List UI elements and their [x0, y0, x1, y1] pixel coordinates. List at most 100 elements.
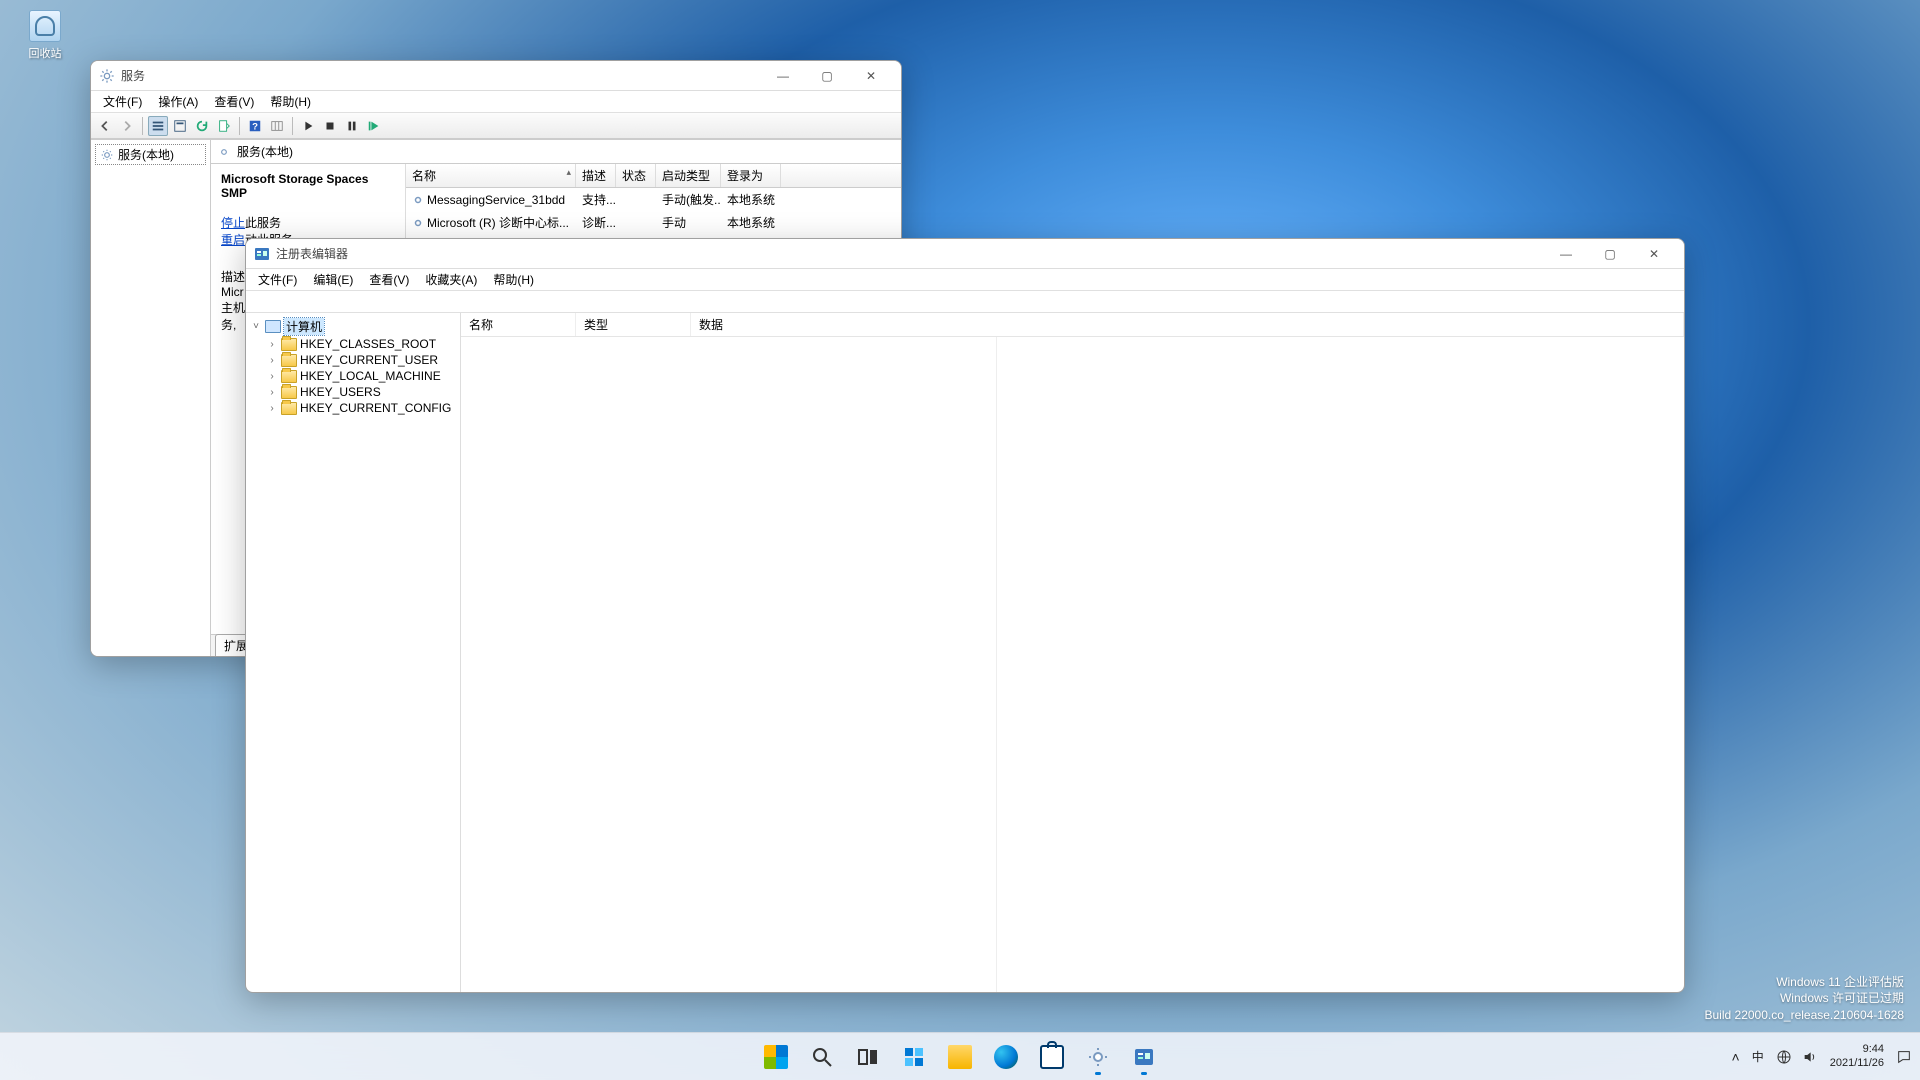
menu-help[interactable]: 帮助(H) — [262, 91, 319, 112]
start-icon — [764, 1045, 788, 1069]
regedit-taskbar-button[interactable] — [1124, 1037, 1164, 1077]
regedit-window: 注册表编辑器 — ▢ ✕ 文件(F) 编辑(E) 查看(V) 收藏夹(A) 帮助… — [245, 238, 1685, 993]
menu-edit[interactable]: 编辑(E) — [305, 269, 361, 290]
services-nav-pane: 服务(本地) — [91, 140, 211, 656]
search-button[interactable] — [802, 1037, 842, 1077]
notifications-button[interactable] — [1896, 1049, 1912, 1065]
menu-action[interactable]: 操作(A) — [150, 91, 206, 112]
expand-icon[interactable]: › — [266, 339, 278, 350]
folder-icon — [281, 370, 297, 383]
expand-icon[interactable]: › — [266, 387, 278, 398]
col-logon[interactable]: 登录为 — [721, 164, 781, 187]
col-data[interactable]: 数据 — [691, 313, 1684, 336]
gear-icon — [1086, 1045, 1110, 1069]
col-name[interactable]: 名称 — [461, 313, 576, 336]
folder-icon — [281, 386, 297, 399]
services-title: 服务 — [121, 67, 761, 84]
nav-back-button[interactable] — [95, 116, 115, 136]
gear-icon — [217, 145, 231, 159]
refresh-button[interactable] — [192, 116, 212, 136]
col-status[interactable]: 状态 — [616, 164, 656, 187]
menu-view[interactable]: 查看(V) — [361, 269, 417, 290]
start-button[interactable] — [756, 1037, 796, 1077]
col-name[interactable]: 名称 — [406, 164, 576, 187]
search-icon — [810, 1045, 834, 1069]
stop-service-button[interactable] — [320, 116, 340, 136]
restart-service-button[interactable] — [364, 116, 384, 136]
menu-favorites[interactable]: 收藏夹(A) — [417, 269, 485, 290]
col-desc[interactable]: 描述 — [576, 164, 616, 187]
services-taskbar-button[interactable] — [1078, 1037, 1118, 1077]
regedit-titlebar[interactable]: 注册表编辑器 — ▢ ✕ — [246, 239, 1684, 269]
stop-service-link[interactable]: 停止 — [221, 214, 245, 231]
regedit-values-pane: 名称 类型 数据 — [461, 313, 1684, 992]
volume-icon[interactable] — [1802, 1049, 1818, 1065]
close-button[interactable]: ✕ — [849, 62, 893, 90]
selected-service-name: Microsoft Storage Spaces SMP — [221, 172, 395, 200]
task-view-icon — [856, 1045, 880, 1069]
restart-service-link[interactable]: 重启 — [221, 231, 245, 248]
taskbar-clock[interactable]: 9:44 2021/11/26 — [1830, 1043, 1884, 1069]
recycle-bin-label: 回收站 — [15, 45, 75, 61]
tree-hive[interactable]: ›HKEY_CURRENT_USER — [248, 352, 458, 368]
widgets-button[interactable] — [894, 1037, 934, 1077]
tree-label: 计算机 — [284, 318, 324, 335]
view-list-button[interactable] — [148, 116, 168, 136]
close-button[interactable]: ✕ — [1632, 240, 1676, 268]
start-service-button[interactable] — [298, 116, 318, 136]
services-nav-root[interactable]: 服务(本地) — [95, 144, 206, 165]
expand-icon[interactable]: › — [266, 403, 278, 414]
gear-icon — [100, 148, 114, 162]
tree-hive[interactable]: ›HKEY_LOCAL_MACHINE — [248, 368, 458, 384]
service-row[interactable]: MessagingService_31bdd 支持... 手动(触发... 本地… — [406, 188, 901, 211]
expand-icon[interactable]: › — [266, 355, 278, 366]
maximize-button[interactable]: ▢ — [1588, 240, 1632, 268]
col-type[interactable]: 类型 — [576, 313, 691, 336]
taskbar-pinned — [756, 1037, 1164, 1077]
tray-overflow-button[interactable]: ˄ — [1732, 1049, 1740, 1065]
export-button[interactable] — [214, 116, 234, 136]
collapse-icon[interactable]: ˅ — [250, 321, 262, 332]
explorer-button[interactable] — [940, 1037, 980, 1077]
minimize-button[interactable]: — — [1544, 240, 1588, 268]
task-view-button[interactable] — [848, 1037, 888, 1077]
columns-button[interactable] — [267, 116, 287, 136]
col-startup[interactable]: 启动类型 — [656, 164, 721, 187]
regedit-values-list[interactable] — [461, 337, 1684, 992]
ime-indicator[interactable]: 中 — [1752, 1048, 1764, 1065]
maximize-button[interactable]: ▢ — [805, 62, 849, 90]
edge-button[interactable] — [986, 1037, 1026, 1077]
pause-service-button[interactable] — [342, 116, 362, 136]
tree-root-computer[interactable]: ˅ 计算机 — [248, 317, 458, 336]
tree-hive[interactable]: ›HKEY_CURRENT_CONFIG — [248, 400, 458, 416]
service-row[interactable]: Microsoft (R) 诊断中心标... 诊断... 手动 本地系统 — [406, 211, 901, 234]
nav-forward-button[interactable] — [117, 116, 137, 136]
folder-icon — [281, 354, 297, 367]
expand-icon[interactable]: › — [266, 371, 278, 382]
regedit-title: 注册表编辑器 — [276, 245, 1544, 262]
menu-file[interactable]: 文件(F) — [250, 269, 305, 290]
menu-help[interactable]: 帮助(H) — [485, 269, 542, 290]
services-titlebar[interactable]: 服务 — ▢ ✕ — [91, 61, 901, 91]
services-nav-label: 服务(本地) — [118, 146, 174, 163]
windows-watermark: Windows 11 企业评估版 Windows 许可证已过期 Build 22… — [1705, 974, 1905, 1024]
minimize-button[interactable]: — — [761, 62, 805, 90]
tree-hive[interactable]: ›HKEY_CLASSES_ROOT — [248, 336, 458, 352]
gear-icon — [412, 194, 424, 206]
menu-file[interactable]: 文件(F) — [95, 91, 150, 112]
menu-view[interactable]: 查看(V) — [206, 91, 262, 112]
network-icon[interactable] — [1776, 1049, 1792, 1065]
edge-icon — [994, 1045, 1018, 1069]
properties-button[interactable] — [170, 116, 190, 136]
store-icon — [1040, 1045, 1064, 1069]
help-button[interactable]: ? — [245, 116, 265, 136]
regedit-address-bar[interactable] — [246, 291, 1684, 313]
regedit-menubar: 文件(F) 编辑(E) 查看(V) 收藏夹(A) 帮助(H) — [246, 269, 1684, 291]
taskbar-tray: ˄ 中 9:44 2021/11/26 — [1732, 1043, 1912, 1069]
recycle-bin[interactable]: 回收站 — [15, 10, 75, 61]
services-menubar: 文件(F) 操作(A) 查看(V) 帮助(H) — [91, 91, 901, 113]
services-app-icon — [99, 68, 115, 84]
regedit-tree: ˅ 计算机 ›HKEY_CLASSES_ROOT ›HKEY_CURRENT_U… — [246, 313, 461, 992]
tree-hive[interactable]: ›HKEY_USERS — [248, 384, 458, 400]
store-button[interactable] — [1032, 1037, 1072, 1077]
